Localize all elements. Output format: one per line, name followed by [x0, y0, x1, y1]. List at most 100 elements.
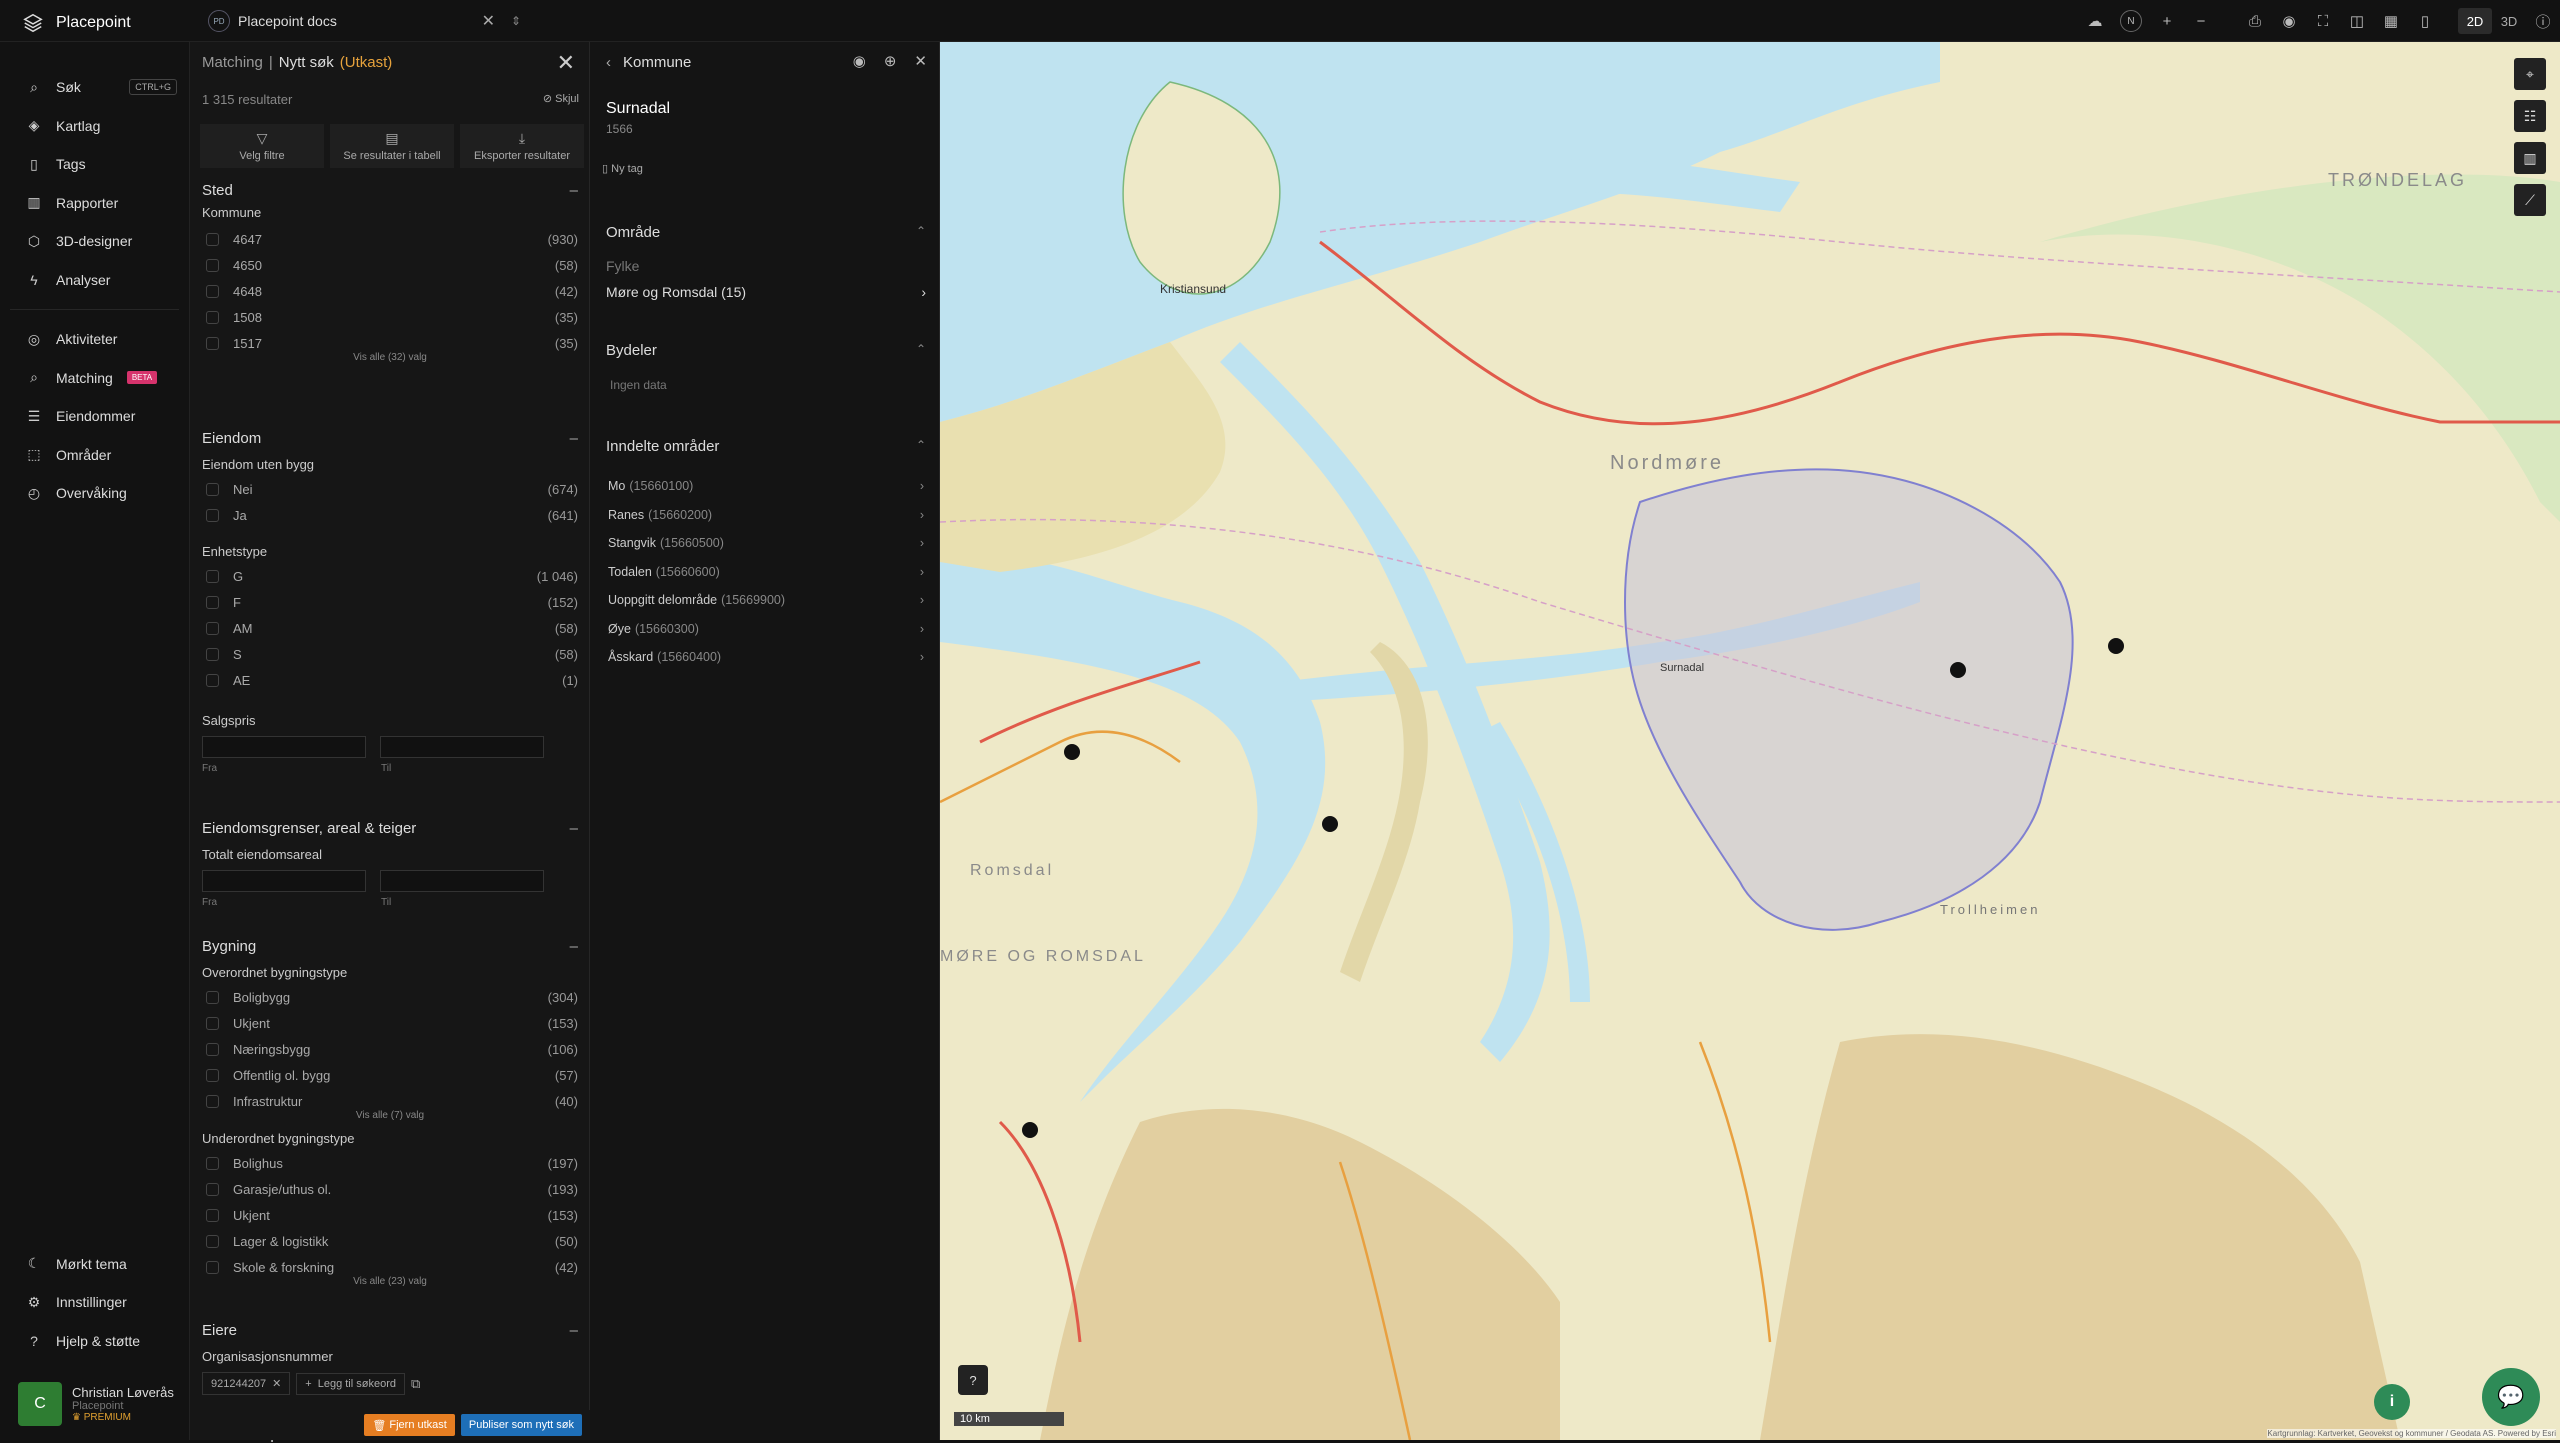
filter-option[interactable]: AE (1) [202, 667, 578, 693]
mode-2d-button[interactable]: 2D [2458, 8, 2492, 34]
filter-option[interactable]: Ukjent (153) [202, 1202, 578, 1228]
list-item[interactable]: Stangvik (15660500) › [608, 529, 924, 558]
list-item[interactable]: Ranes (15660200) › [608, 501, 924, 530]
clear-document-icon[interactable]: ✕ [482, 11, 495, 31]
checkbox[interactable] [206, 336, 219, 350]
checkbox[interactable] [206, 595, 219, 609]
section-inndelte[interactable]: Inndelte områder ⌃ [606, 438, 926, 455]
checkbox[interactable] [206, 284, 219, 298]
bookmark-map-icon[interactable]: ▯ [2408, 0, 2442, 42]
sidebar-item-analyser[interactable]: ϟ Analyser [0, 261, 189, 300]
county-link[interactable]: Møre og Romsdal (15) › [606, 284, 926, 300]
new-tag-button[interactable]: ▯ Ny tag [602, 162, 643, 175]
result-marker[interactable] [2108, 638, 2124, 654]
copy-icon[interactable]: ⧉ [411, 1376, 420, 1392]
collapse-icon[interactable]: – [570, 1322, 578, 1339]
chevron-up-icon[interactable]: ⌃ [916, 342, 926, 359]
search-area-icon[interactable]: ⌖ [2514, 58, 2546, 90]
filter-option[interactable]: Bolighus (197) [202, 1150, 578, 1176]
checkbox[interactable] [206, 232, 219, 246]
section-omrade[interactable]: Område ⌃ [606, 224, 926, 241]
collapse-icon[interactable]: – [570, 938, 578, 955]
filter-option[interactable]: AM (58) [202, 615, 578, 641]
fullscreen-icon[interactable]: ⛶ [2306, 0, 2340, 42]
add-keyword-button[interactable]: + Legg til søkeord [296, 1372, 405, 1395]
export-button[interactable]: ⤓ Eksporter resultater [460, 124, 584, 168]
filter-option[interactable]: Nei (674) [202, 476, 578, 502]
sidebar-item-3d-designer[interactable]: ⬡ 3D-designer [0, 222, 189, 261]
section-title[interactable]: Bygning – [202, 938, 578, 955]
filter-option[interactable]: S (58) [202, 641, 578, 667]
remove-tag-icon[interactable]: ✕ [272, 1377, 281, 1390]
section-title[interactable]: Eiendom – [202, 430, 578, 447]
checkbox[interactable] [206, 569, 219, 583]
checkbox[interactable] [206, 1016, 219, 1030]
eye-icon[interactable]: ◉ [853, 52, 866, 70]
checkbox[interactable] [206, 1156, 219, 1170]
hide-button[interactable]: ⊘ Skjul [543, 92, 579, 105]
list-item[interactable]: Øye (15660300) › [608, 615, 924, 644]
sidebar-item-dark-theme[interactable]: ☾ Mørkt tema [0, 1245, 190, 1284]
info-icon[interactable]: i [2374, 1384, 2410, 1420]
zoom-out-icon[interactable]: − [2184, 0, 2218, 42]
sidebar-item-help[interactable]: ? Hjelp & støtte [0, 1322, 190, 1361]
checkbox[interactable] [206, 647, 219, 661]
close-icon[interactable]: ✕ [557, 50, 575, 76]
sidebar-item-tags[interactable]: ▯ Tags [0, 145, 189, 184]
list-item[interactable]: Todalen (15660600) › [608, 558, 924, 587]
filter-option[interactable]: Ja (641) [202, 502, 578, 528]
remove-draft-button[interactable]: 🗑 Fjern utkast [364, 1414, 455, 1436]
sidebar-item-eiendommer[interactable]: ☰ Eiendommer [0, 397, 189, 436]
publish-button[interactable]: Publiser som nytt søk [460, 1414, 582, 1436]
map-help-icon[interactable]: ? [958, 1365, 988, 1395]
result-marker[interactable] [1022, 1122, 1038, 1138]
filter-option[interactable]: G (1 046) [202, 563, 578, 589]
checkbox[interactable] [206, 1094, 219, 1108]
info-icon[interactable]: ⓘ [2526, 0, 2560, 42]
checkbox[interactable] [206, 1068, 219, 1082]
mode-3d-button[interactable]: 3D [2492, 8, 2526, 34]
section-title[interactable]: Eiere – [202, 1322, 578, 1339]
filter-option[interactable]: Garasje/uthus ol. (193) [202, 1176, 578, 1202]
chat-icon[interactable]: 💬 [2482, 1368, 2540, 1426]
result-marker[interactable] [1950, 662, 1966, 678]
checkbox[interactable] [206, 990, 219, 1004]
chart-icon[interactable]: ▥ [2514, 142, 2546, 174]
sidebar-item-rapporter[interactable]: ▥ Rapporter [0, 184, 189, 223]
list-item[interactable]: Uoppgitt delområde (15669900) › [608, 586, 924, 615]
show-all-link[interactable]: Vis alle (23) valg [202, 1276, 578, 1287]
sidebar-item-search[interactable]: ⌕ Søk CTRL+G [0, 68, 189, 107]
back-icon[interactable]: ‹ [606, 54, 611, 71]
user-profile[interactable]: C Christian Løverås Placepoint ♛ PREMIUM [18, 1382, 174, 1426]
collapse-icon[interactable]: – [570, 430, 578, 447]
filter-option[interactable]: Næringsbygg (106) [202, 1036, 578, 1062]
price-from-input[interactable] [202, 736, 366, 758]
result-marker[interactable] [1064, 744, 1080, 760]
checkbox[interactable] [206, 621, 219, 635]
sidebar-item-kartlag[interactable]: ◈ Kartlag [0, 107, 189, 146]
section-title[interactable]: Eiendomsgrenser, areal & teiger – [202, 820, 578, 837]
chevron-up-icon[interactable]: ⌃ [916, 438, 926, 455]
show-all-link[interactable]: Vis alle (7) valg [202, 1110, 578, 1121]
checkbox[interactable] [206, 1260, 219, 1274]
compass-icon[interactable]: N [2120, 10, 2142, 32]
show-all-link[interactable]: Vis alle (32) valg [202, 352, 578, 363]
sidebar-item-omrader[interactable]: ⬚ Områder [0, 436, 189, 475]
map-canvas[interactable]: TRØNDELAG Nordmøre Romsdal MØRE OG ROMSD… [940, 42, 2560, 1440]
section-bydeler[interactable]: Bydeler ⌃ [606, 342, 926, 359]
zoom-in-icon[interactable]: + [2150, 0, 2184, 42]
list-item[interactable]: Åsskard (15660400) › [608, 643, 924, 672]
price-to-input[interactable] [380, 736, 544, 758]
sidebar-item-aktiviteter[interactable]: ◎ Aktiviteter [0, 320, 189, 359]
checkbox[interactable] [206, 258, 219, 272]
checkbox[interactable] [206, 1042, 219, 1056]
checkbox[interactable] [206, 673, 219, 687]
filter-option[interactable]: Lager & logistikk (50) [202, 1228, 578, 1254]
grid-icon[interactable]: ▦ [2374, 0, 2408, 42]
filter-sliders-icon[interactable]: ☷ [2514, 100, 2546, 132]
filter-option[interactable]: F (152) [202, 589, 578, 615]
result-marker[interactable] [1322, 816, 1338, 832]
expand-document-icon[interactable]: ⇕ [511, 14, 521, 28]
choose-filters-button[interactable]: ▽ Velg filtre [200, 124, 324, 168]
add-icon[interactable]: ⊕ [884, 52, 897, 70]
